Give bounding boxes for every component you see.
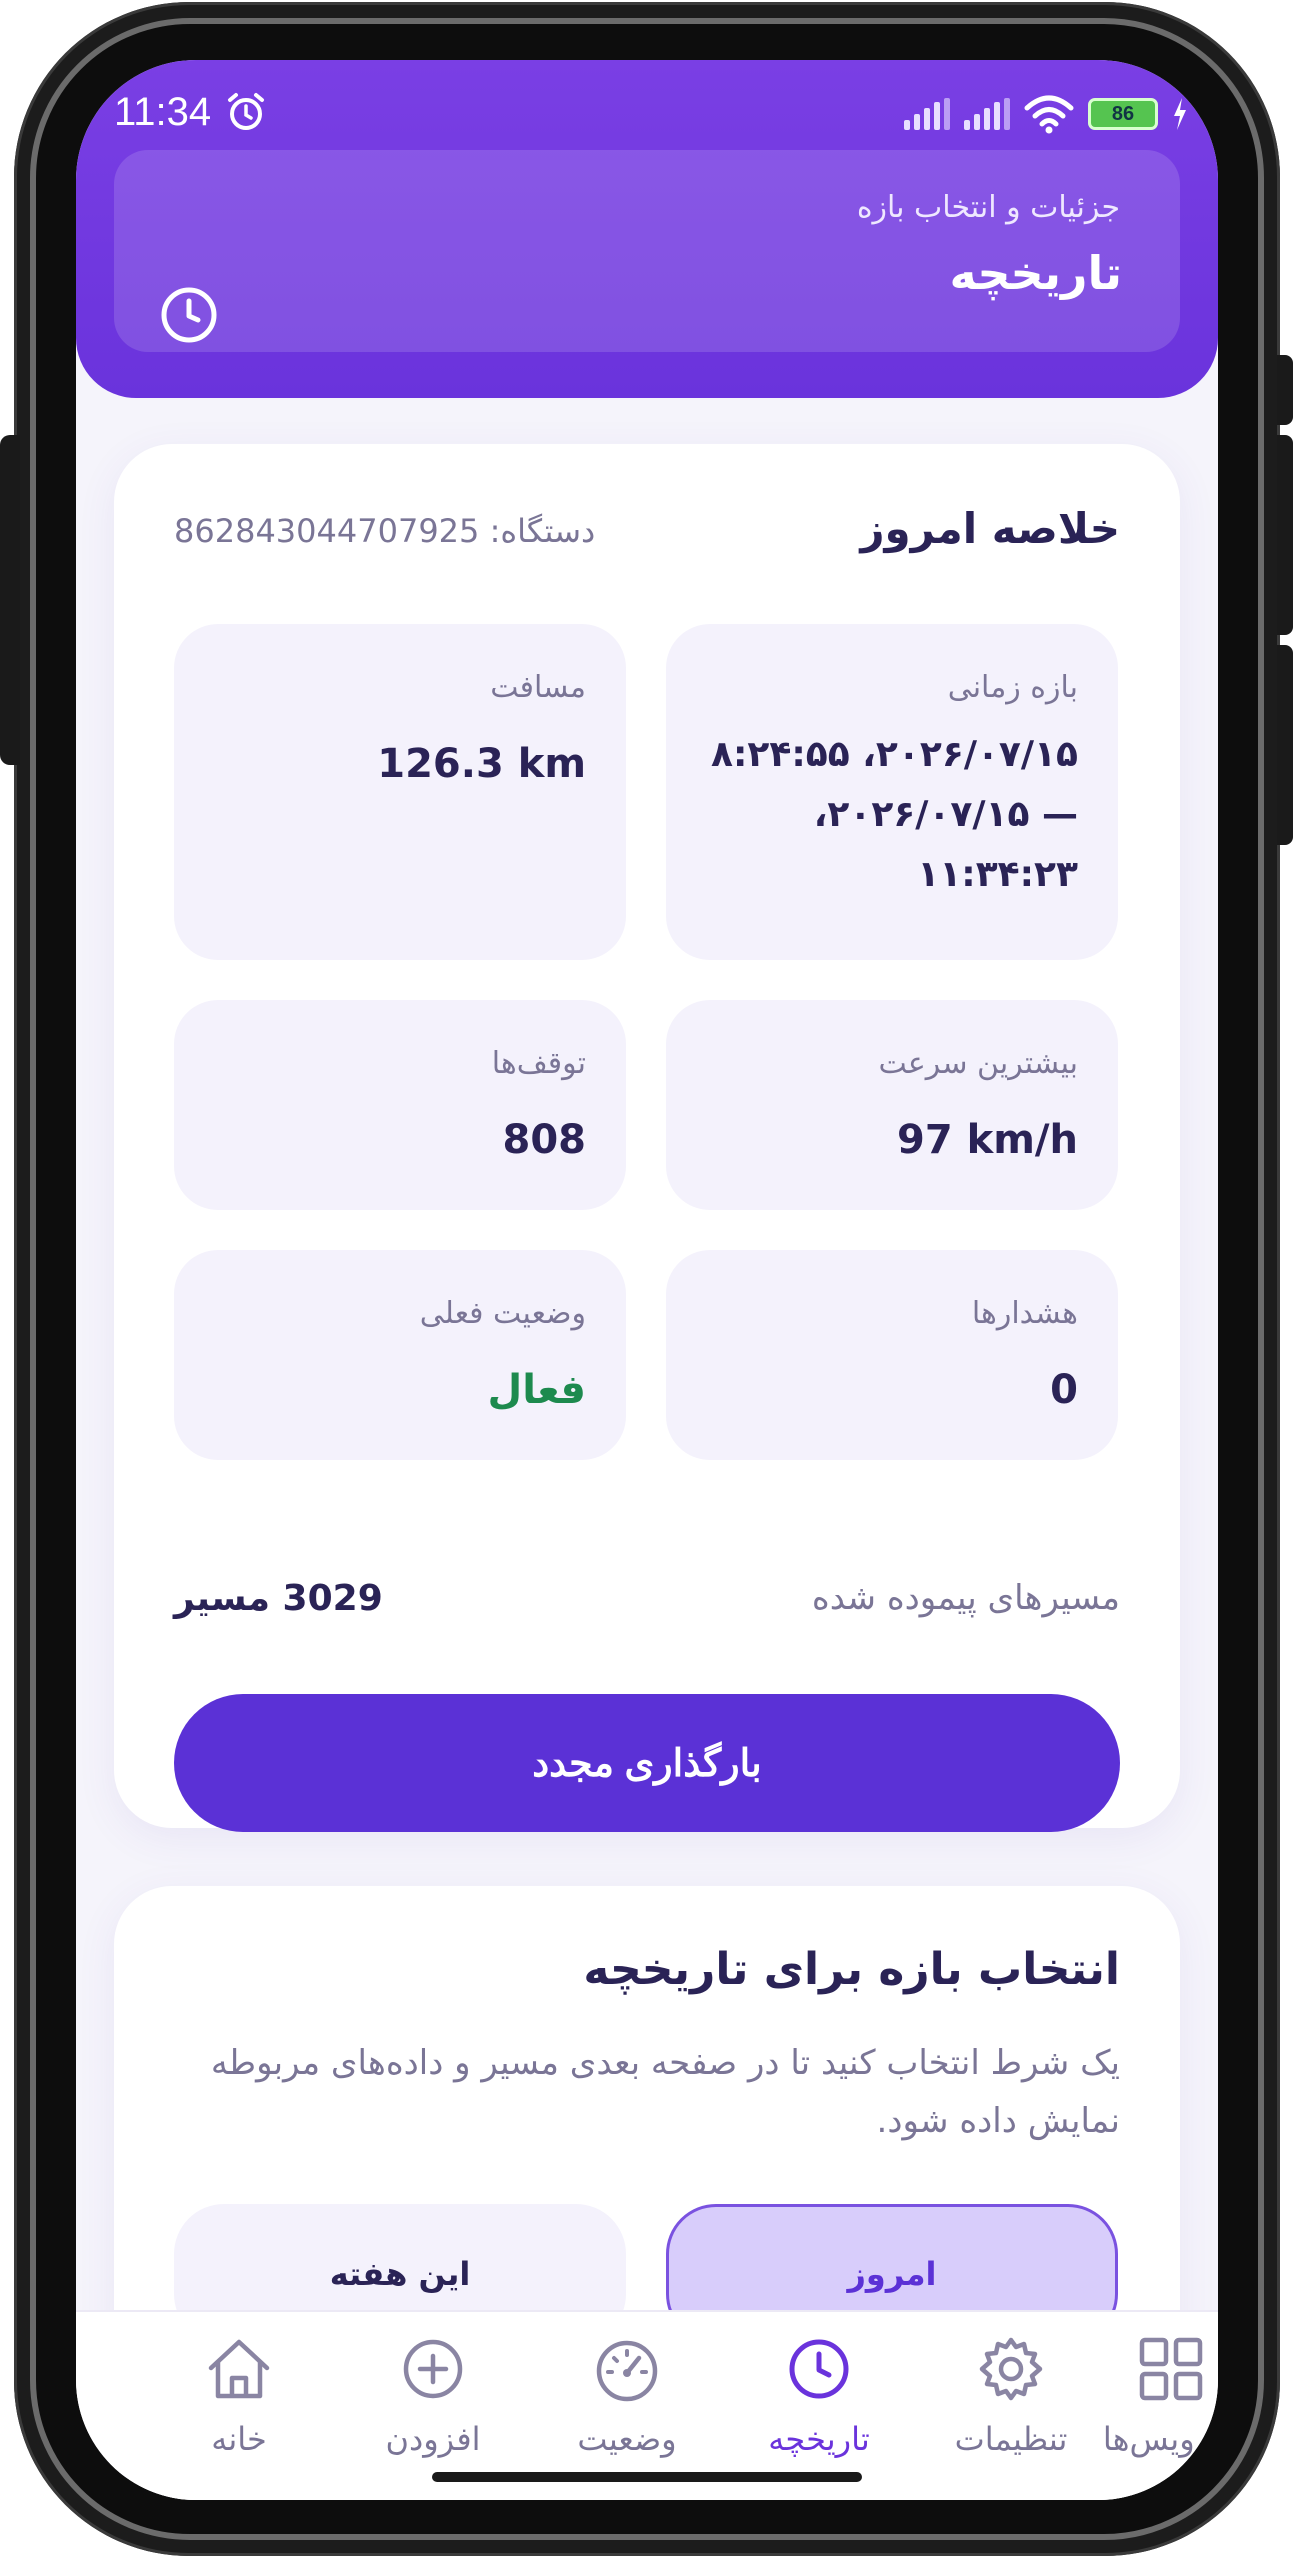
- tile-value: ۲۰۲۶/۰۷/۱۵، ۸:۲۴:۵۵ — ۲۰۲۶/۰۷/۱۵، ۱۱:۳۴:…: [711, 734, 1078, 895]
- tile-label: بازه زمانی: [947, 670, 1078, 705]
- signal-icon: [964, 98, 1010, 130]
- nav-label: خانه: [211, 2420, 267, 2458]
- tile-label: توقف‌ها: [491, 1046, 586, 1081]
- current-status-tile: وضعیت فعلی فعال: [174, 1250, 626, 1460]
- nav-label: تنظیمات: [954, 2420, 1068, 2458]
- gear-icon: [979, 2337, 1043, 2401]
- app-screen: 11:34 86 جزئیات و انتخاب بازه تاریخچه خل…: [76, 60, 1218, 2500]
- routes-label: مسیرهای پیموده شده: [811, 1578, 1120, 1618]
- tile-label: هشدارها: [971, 1296, 1078, 1331]
- page-title: تاریخچه: [949, 246, 1123, 300]
- reload-button[interactable]: بارگذاری مجدد: [174, 1694, 1120, 1832]
- phone-side-button: [1277, 355, 1293, 425]
- tile-value: 97 km/h: [897, 1117, 1078, 1163]
- nav-label: وضعیت: [577, 2420, 677, 2458]
- plus-circle-icon: [403, 2339, 463, 2399]
- header-subtitle: جزئیات و انتخاب بازه: [856, 190, 1120, 225]
- volume-button: [1277, 435, 1293, 635]
- range-description: یک شرط انتخاب کنید تا در صفحه بعدی مسیر …: [210, 2043, 1120, 2141]
- stops-tile: توقف‌ها 808: [174, 1000, 626, 1210]
- signal-icon: [904, 98, 950, 130]
- nav-item-home[interactable]: خانه: [144, 2332, 334, 2482]
- summary-title: خلاصه امروز: [860, 504, 1120, 553]
- range-title: انتخاب بازه برای تاریخچه: [583, 1944, 1120, 1995]
- phone-side-button: [0, 435, 20, 765]
- nav-item-add[interactable]: افزودن: [338, 2332, 528, 2482]
- summary-card: خلاصه امروز دستگاه: 862843044707925 بازه…: [114, 444, 1180, 1832]
- time-range-tile: بازه زمانی ۲۰۲۶/۰۷/۱۵، ۸:۲۴:۵۵ — ۲۰۲۶/۰۷…: [666, 624, 1118, 960]
- status-badge: فعال: [487, 1367, 587, 1413]
- status-time: 11:34: [114, 90, 212, 134]
- grid-icon: [1139, 2337, 1203, 2401]
- alerts-tile: هشدارها 0: [666, 1250, 1118, 1460]
- distance-tile: مسافت 126.3 km: [174, 624, 626, 960]
- tile-label: بیشترین سرعت: [878, 1046, 1078, 1081]
- tile-value: 0: [1050, 1367, 1078, 1413]
- nav-item-settings[interactable]: تنظیمات: [916, 2332, 1106, 2482]
- tile-value: 126.3 km: [377, 741, 586, 787]
- status-icons: 86: [904, 94, 1188, 134]
- header-card: جزئیات و انتخاب بازه تاریخچه: [114, 150, 1180, 352]
- status-bar: 11:34 86: [76, 80, 1218, 150]
- battery-indicator: 86: [1088, 98, 1158, 130]
- power-button: [1277, 645, 1293, 845]
- nav-label: افزودن: [385, 2420, 481, 2458]
- tile-label: مسافت: [490, 670, 586, 705]
- home-indicator[interactable]: [432, 2472, 862, 2482]
- nav-item-history[interactable]: تاریخچه: [724, 2332, 914, 2482]
- routes-count: 3029 مسیر: [174, 1578, 383, 1619]
- device-id: دستگاه: 862843044707925: [174, 512, 596, 550]
- tile-value: 808: [502, 1117, 587, 1163]
- charging-icon: [1174, 98, 1186, 130]
- max-speed-tile: بیشترین سرعت 97 km/h: [666, 1000, 1118, 1210]
- nav-label: تاریخچه: [768, 2420, 870, 2458]
- speedometer-icon: [596, 2340, 658, 2402]
- tile-label: وضعیت فعلی: [419, 1296, 586, 1331]
- wifi-icon: [1024, 95, 1074, 134]
- nav-item-status[interactable]: وضعیت: [532, 2332, 722, 2482]
- clock-icon: [161, 287, 217, 343]
- home-icon: [208, 2339, 270, 2399]
- clock-icon: [789, 2339, 849, 2399]
- alarm-icon: [228, 93, 264, 130]
